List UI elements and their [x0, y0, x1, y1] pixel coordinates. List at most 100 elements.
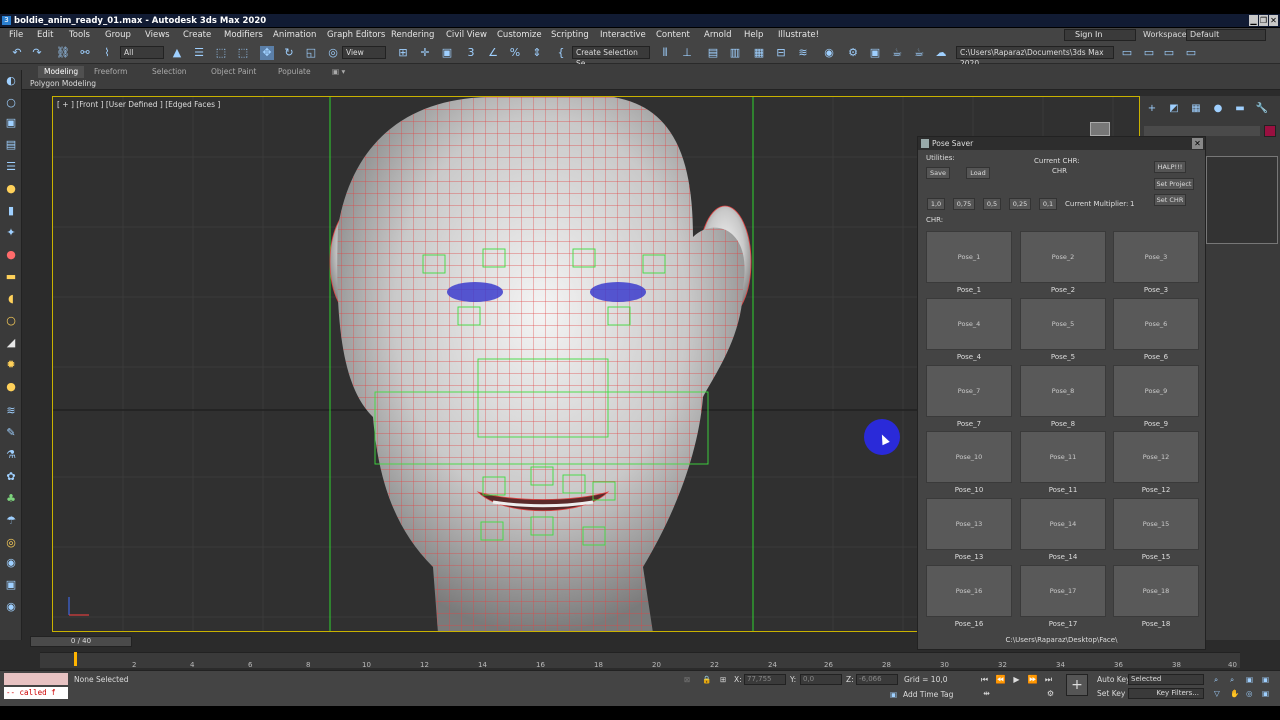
menu-edit[interactable]: Edit: [37, 29, 53, 41]
undo-icon[interactable]: ↶: [10, 46, 24, 60]
bind-space-warp-icon[interactable]: ⌇: [100, 46, 114, 60]
pose-10-button[interactable]: Pose_10: [926, 431, 1012, 483]
menu-help[interactable]: Help: [744, 29, 763, 41]
light-icon[interactable]: ●: [4, 182, 18, 196]
pose-17-button[interactable]: Pose_17: [1020, 565, 1106, 617]
set-project-button[interactable]: Set Project: [1154, 178, 1194, 190]
rect-selection-icon[interactable]: ⬚: [214, 46, 228, 60]
select-by-name-icon[interactable]: ☰: [192, 46, 206, 60]
named-selection-set-dropdown[interactable]: Create Selection Se: [572, 46, 650, 68]
utility-icon-6[interactable]: ≋: [4, 404, 18, 418]
curve-editor-icon[interactable]: ≋: [796, 46, 810, 60]
utility-icon-5[interactable]: ●: [4, 380, 18, 394]
viewcube[interactable]: [1090, 122, 1110, 136]
ribbon-tab-freeform[interactable]: Freeform: [88, 66, 133, 78]
menu-views[interactable]: Views: [145, 29, 170, 41]
select-rotate-icon[interactable]: ↻: [282, 46, 296, 60]
toolbar-extra-icon-2[interactable]: ▭: [1162, 46, 1176, 60]
load-button[interactable]: Load: [966, 167, 990, 179]
menu-customize[interactable]: Customize: [497, 29, 542, 41]
add-time-tag[interactable]: Add Time Tag: [903, 690, 953, 700]
project-folder-dropdown[interactable]: C:\Users\Raparaz\Documents\3ds Max 2020: [956, 46, 1114, 68]
list-icon[interactable]: ☰: [4, 160, 18, 174]
zoom-extents-all-icon[interactable]: ▣: [1262, 675, 1269, 685]
auto-key-button[interactable]: Auto Key: [1097, 675, 1130, 685]
go-to-start-icon[interactable]: ⏮: [978, 674, 991, 685]
utility-icon-9[interactable]: ✿: [4, 470, 18, 484]
pose-15-button[interactable]: Pose_15: [1113, 498, 1199, 550]
pivot-center-icon[interactable]: ⊞: [396, 46, 410, 60]
utility-icon-8[interactable]: ⚗: [4, 448, 18, 462]
zoom-all-icon[interactable]: ⌕: [1230, 675, 1234, 685]
sign-in-dropdown[interactable]: Sign In: [1064, 29, 1136, 41]
time-tag-icon[interactable]: ▣: [890, 690, 897, 700]
go-to-end-icon[interactable]: ⏭: [1042, 674, 1055, 685]
motion-tab-icon[interactable]: ●: [1211, 102, 1225, 116]
link-icon[interactable]: ⛓: [56, 46, 70, 60]
play-icon[interactable]: ▶: [1010, 674, 1023, 685]
utilities-tab-icon[interactable]: 🔧: [1255, 102, 1269, 116]
time-slider[interactable]: 0 / 40: [30, 636, 132, 647]
halp-button[interactable]: HALP!!!: [1154, 161, 1186, 173]
render-setup-icon[interactable]: ⚙: [846, 46, 860, 60]
ribbon-tab-selection[interactable]: Selection: [146, 66, 193, 78]
render-production-icon[interactable]: ☕: [890, 46, 904, 60]
next-frame-icon[interactable]: ⏩: [1026, 674, 1039, 685]
pose-6-button[interactable]: Pose_6: [1113, 298, 1199, 350]
close-button[interactable]: ✕: [1269, 15, 1278, 26]
toolbar-extra-icon-3[interactable]: ▭: [1184, 46, 1198, 60]
pan-icon[interactable]: ✋: [1230, 689, 1239, 699]
maximize-viewport-icon[interactable]: ▣: [1262, 689, 1269, 699]
pose-5-button[interactable]: Pose_5: [1020, 298, 1106, 350]
workspace-dropdown[interactable]: Default: [1186, 29, 1266, 41]
multiplier-0-75-button[interactable]: 0,75: [953, 198, 975, 210]
pose-13-button[interactable]: Pose_13: [926, 498, 1012, 550]
reference-coord-dropdown[interactable]: View: [342, 46, 386, 59]
utility-icon-11[interactable]: ☂: [4, 514, 18, 528]
selection-lock-icon[interactable]: 🔒: [702, 675, 711, 685]
percent-snap-icon[interactable]: %: [508, 46, 522, 60]
ribbon-toggle-icon[interactable]: ▦: [752, 46, 766, 60]
spacewarp-icon[interactable]: ●: [4, 248, 18, 262]
zoom-icon[interactable]: ⌕: [1214, 675, 1218, 685]
box-icon[interactable]: ▣: [4, 116, 18, 130]
maxscript-output[interactable]: -- called f: [4, 687, 68, 699]
utility-icon-4[interactable]: ◢: [4, 336, 18, 350]
save-button[interactable]: Save: [926, 167, 950, 179]
utility-icon-7[interactable]: ✎: [4, 426, 18, 440]
object-name-field[interactable]: [1144, 126, 1260, 136]
select-scale-icon[interactable]: ◱: [304, 46, 318, 60]
angle-snap-icon[interactable]: ∠: [486, 46, 500, 60]
pose-saver-titlebar[interactable]: Pose Saver: [918, 137, 1205, 150]
key-set-dropdown[interactable]: Selected: [1128, 674, 1204, 685]
menu-rendering[interactable]: Rendering: [391, 29, 434, 41]
pose-8-button[interactable]: Pose_8: [1020, 365, 1106, 417]
pose-16-button[interactable]: Pose_16: [926, 565, 1012, 617]
edit-named-selection-icon[interactable]: {: [554, 46, 568, 60]
plane-icon[interactable]: ▤: [4, 138, 18, 152]
menu-civil-view[interactable]: Civil View: [446, 29, 487, 41]
display-tab-icon[interactable]: ▬: [1233, 102, 1247, 116]
menu-interactive[interactable]: Interactive: [600, 29, 646, 41]
sun-icon[interactable]: ✹: [4, 358, 18, 372]
set-chr-button[interactable]: Set CHR: [1154, 194, 1186, 206]
maxscript-mini-listener[interactable]: [4, 673, 68, 685]
menu-animation[interactable]: Animation: [273, 29, 316, 41]
y-coordinate-field[interactable]: 0,0: [800, 674, 842, 685]
orbit-icon[interactable]: ◎: [1246, 689, 1253, 699]
utility-icon-13[interactable]: ◉: [4, 556, 18, 570]
pose-11-button[interactable]: Pose_11: [1020, 431, 1106, 483]
utility-icon-10[interactable]: ♣: [4, 492, 18, 506]
toolbar-extra-icon-1[interactable]: ▭: [1142, 46, 1156, 60]
ribbon-options-icon[interactable]: ▣ ▾: [326, 66, 351, 78]
rendered-frame-icon[interactable]: ▣: [868, 46, 882, 60]
maximize-button[interactable]: ❐: [1259, 15, 1268, 26]
schematic-view-icon[interactable]: ⊟: [774, 46, 788, 60]
utility-icon-14[interactable]: ▣: [4, 578, 18, 592]
select-move-icon[interactable]: ✥: [260, 46, 274, 60]
object-color-swatch[interactable]: [1264, 125, 1276, 137]
set-keys-button[interactable]: +: [1066, 674, 1088, 696]
utility-icon-12[interactable]: ◎: [4, 536, 18, 550]
select-object-icon[interactable]: ▲: [170, 46, 184, 60]
key-filters-button[interactable]: Key Filters...: [1128, 688, 1204, 699]
